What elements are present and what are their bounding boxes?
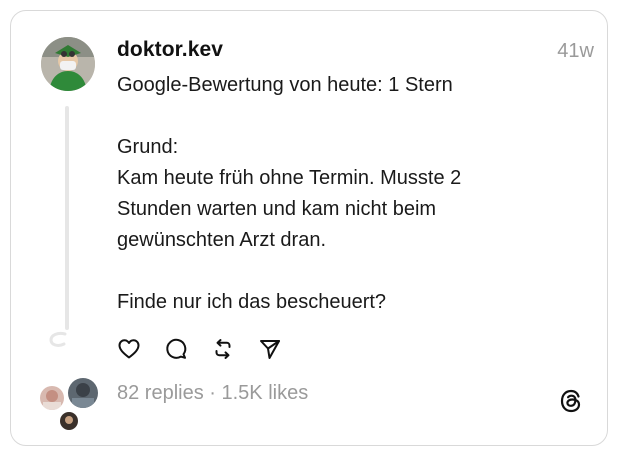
repost-icon: [215, 339, 231, 359]
reply-avatar-image: [60, 412, 78, 430]
threads-logo-icon[interactable]: [557, 387, 585, 415]
reply-button[interactable]: [163, 336, 189, 362]
post-timestamp[interactable]: 41w: [557, 40, 594, 63]
reply-avatar[interactable]: [66, 376, 100, 410]
post-text-line: Kam heute früh ohne Termin. Musste 2: [117, 167, 462, 189]
author-avatar[interactable]: [41, 37, 95, 91]
post-text-line: Finde nur ich das bescheuert?: [117, 291, 387, 313]
comment-icon: [166, 338, 187, 359]
likes-count[interactable]: 1.5K likes: [222, 382, 309, 404]
repost-button[interactable]: [210, 336, 236, 362]
post-text-blank-line: [117, 256, 557, 287]
post-text-line: gewünschten Arzt dran.: [117, 229, 327, 251]
thread-loop-icon: [49, 331, 67, 347]
post-text-blank-line: [117, 101, 557, 132]
reply-avatar[interactable]: [58, 410, 80, 432]
send-icon: [260, 340, 280, 359]
reply-avatar-image: [68, 378, 98, 408]
post-text: Google-Bewertung von heute: 1 Stern Grun…: [117, 70, 557, 318]
post-text-line: Google-Bewertung von heute: 1 Stern: [117, 74, 453, 96]
post-stats: 82 replies · 1.5K likes: [117, 382, 308, 405]
reply-avatar[interactable]: [38, 384, 66, 412]
share-button[interactable]: [257, 336, 283, 362]
like-button[interactable]: [116, 336, 142, 362]
reply-avatar-image: [40, 386, 64, 410]
post-text-line: Grund:: [117, 136, 179, 158]
replies-count[interactable]: 82 replies: [117, 382, 204, 404]
author-avatar-image: [41, 37, 95, 91]
thread-line: [65, 106, 69, 330]
post-text-line: Stunden warten und kam nicht beim: [117, 198, 437, 220]
heart-icon: [118, 339, 140, 359]
post-actions: [116, 336, 304, 362]
stats-separator: ·: [203, 382, 222, 404]
post-username[interactable]: doktor.kev: [117, 38, 223, 62]
